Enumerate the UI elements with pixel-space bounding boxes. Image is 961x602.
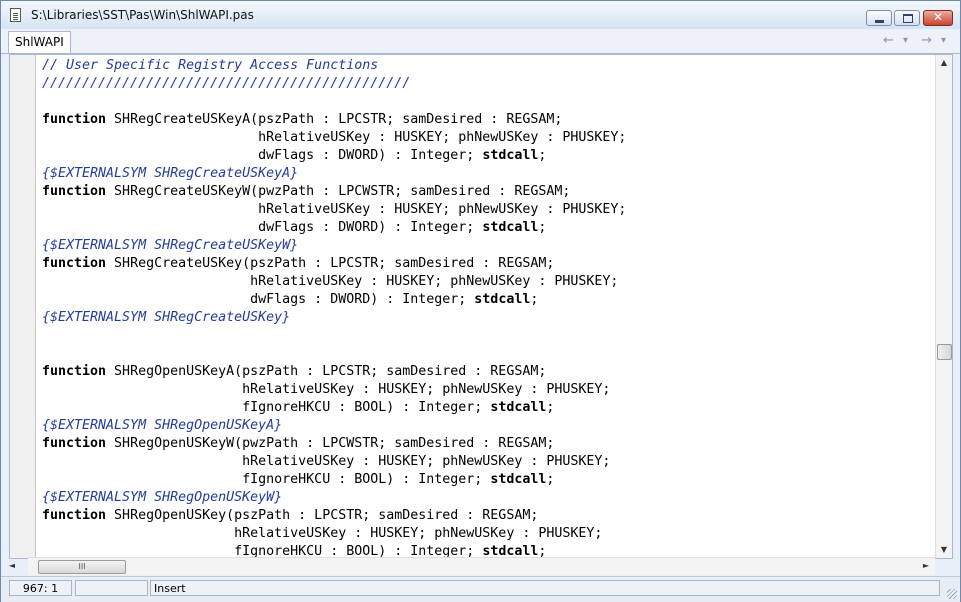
code-editor[interactable]: // User Specific Registry Access Functio… [9,54,953,559]
code-span: ; [546,400,555,415]
tab-shlwapi[interactable]: ShlWAPI [8,31,71,53]
code-span: fIgnoreHKCU : BOOL) : Integer; [42,400,491,415]
resize-grip-icon[interactable] [947,589,957,599]
editor-window: S:\Libraries\SST\Pas\Win\ShlWAPI.pas ✕ S… [0,0,961,602]
code-line[interactable]: fIgnoreHKCU : BOOL) : Integer; stdcall; [42,399,626,417]
window-title: S:\Libraries\SST\Pas\Win\ShlWAPI.pas [31,8,254,22]
code-keyword: stdcall [490,472,547,487]
code-line[interactable]: dwFlags : DWORD) : Integer; stdcall; [42,219,626,237]
code-line[interactable]: fIgnoreHKCU : BOOL) : Integer; stdcall; [42,471,626,489]
code-line[interactable]: {$EXTERNALSYM SHRegOpenUSKeyW} [42,489,626,507]
title-bar[interactable]: S:\Libraries\SST\Pas\Win\ShlWAPI.pas ✕ [1,1,960,29]
code-span: dwFlags : DWORD) : Integer; [42,148,483,163]
code-line[interactable]: ​ [42,93,626,111]
code-span: SHRegOpenUSKeyW(pwzPath : LPCWSTR; samDe… [106,436,555,451]
code-line[interactable]: hRelativeUSKey : HUSKEY; phNewUSKey : PH… [42,273,626,291]
code-line[interactable]: {$EXTERNALSYM SHRegCreateUSKeyW} [42,237,626,255]
maximize-button[interactable] [894,10,920,26]
code-line[interactable]: hRelativeUSKey : HUSKEY; phNewUSKey : PH… [42,201,626,219]
code-span: SHRegOpenUSKeyA(pszPath : LPCSTR; samDes… [106,364,547,379]
back-arrow-icon[interactable]: ← [883,33,894,48]
code-comment: {$EXTERNALSYM SHRegCreateUSKeyA} [42,166,299,181]
code-line[interactable]: function SHRegCreateUSKeyW(pwzPath : LPC… [42,183,626,201]
code-span: ; [530,292,539,307]
code-keyword: function [42,364,107,379]
code-comment: {$EXTERNALSYM SHRegCreateUSKey} [42,310,291,325]
code-span: SHRegCreateUSKey(pszPath : LPCSTR; samDe… [106,256,555,271]
scroll-up-icon[interactable]: ▲ [936,58,952,67]
code-line[interactable]: function SHRegCreateUSKey(pszPath : LPCS… [42,255,626,273]
code-span: fIgnoreHKCU : BOOL) : Integer; [42,472,491,487]
code-line[interactable]: dwFlags : DWORD) : Integer; stdcall; [42,147,626,165]
document-icon [10,8,21,22]
code-text[interactable]: // User Specific Registry Access Functio… [42,57,626,558]
scroll-left-icon[interactable]: ◄ [4,561,20,570]
code-keyword: function [42,436,107,451]
code-line[interactable]: hRelativeUSKey : HUSKEY; phNewUSKey : PH… [42,453,626,471]
code-comment: {$EXTERNALSYM SHRegCreateUSKeyW} [42,238,299,253]
code-line[interactable]: function SHRegOpenUSKeyW(pwzPath : LPCWS… [42,435,626,453]
insert-mode-indicator: Insert [150,580,940,596]
code-line[interactable]: function SHRegOpenUSKey(pszPath : LPCSTR… [42,507,626,525]
cursor-position: 967: 1 [9,580,72,596]
status-panel-modified [75,580,148,596]
code-keyword: function [42,184,107,199]
tab-bar: ShlWAPI ← ▾ → ▾ [1,29,960,54]
code-span: hRelativeUSKey : HUSKEY; phNewUSKey : PH… [42,202,627,217]
code-comment: // User Specific Registry Access Functio… [42,58,379,73]
code-comment: {$EXTERNALSYM SHRegOpenUSKeyA} [42,418,283,433]
code-keyword: function [42,256,107,271]
code-line[interactable]: {$EXTERNALSYM SHRegCreateUSKey} [42,309,626,327]
code-span: hRelativeUSKey : HUSKEY; phNewUSKey : PH… [42,274,619,289]
code-span: dwFlags : DWORD) : Integer; [42,220,483,235]
forward-dropdown-icon[interactable]: ▾ [941,35,946,46]
code-span: ; [546,472,555,487]
status-bar: 967: 1 Insert [1,576,960,602]
code-comment: {$EXTERNALSYM SHRegOpenUSKeyW} [42,490,283,505]
code-line[interactable]: {$EXTERNALSYM SHRegCreateUSKeyA} [42,165,626,183]
code-span: ; [538,148,547,163]
editor-gutter[interactable] [10,55,36,558]
code-span: hRelativeUSKey : HUSKEY; phNewUSKey : PH… [42,130,627,145]
vertical-scroll-thumb[interactable] [937,344,952,360]
code-span: SHRegOpenUSKey(pszPath : LPCSTR; samDesi… [106,508,539,523]
code-keyword: function [42,508,107,523]
code-line[interactable]: function SHRegOpenUSKeyA(pszPath : LPCST… [42,363,626,381]
horizontal-scroll-thumb[interactable]: III [38,560,126,574]
code-line[interactable]: hRelativeUSKey : HUSKEY; phNewUSKey : PH… [42,525,626,543]
minimize-button[interactable] [866,10,892,26]
code-span: ; [538,220,547,235]
code-comment: ////////////////////////////////////////… [42,76,411,91]
code-span: hRelativeUSKey : HUSKEY; phNewUSKey : PH… [42,454,611,469]
code-keyword: stdcall [490,400,547,415]
code-line[interactable]: // User Specific Registry Access Functio… [42,57,626,75]
code-span: hRelativeUSKey : HUSKEY; phNewUSKey : PH… [42,526,603,541]
code-line[interactable]: ////////////////////////////////////////… [42,75,626,93]
code-span: SHRegCreateUSKeyA(pszPath : LPCSTR; samD… [106,112,563,127]
close-button[interactable]: ✕ [923,10,953,26]
code-span: hRelativeUSKey : HUSKEY; phNewUSKey : PH… [42,382,611,397]
horizontal-scrollbar[interactable]: ◄ III ► [9,557,935,575]
code-keyword: stdcall [474,292,531,307]
code-line[interactable]: ​ [42,345,626,363]
code-line[interactable]: dwFlags : DWORD) : Integer; stdcall; [42,291,626,309]
scroll-down-icon[interactable]: ▼ [936,545,952,554]
code-keyword: stdcall [482,148,539,163]
code-line[interactable]: {$EXTERNALSYM SHRegOpenUSKeyA} [42,417,626,435]
close-icon: ✕ [932,10,944,24]
vertical-scrollbar[interactable]: ▲ ▼ [935,55,952,558]
code-keyword: stdcall [482,220,539,235]
forward-arrow-icon[interactable]: → [921,33,932,48]
code-span: SHRegCreateUSKeyW(pwzPath : LPCWSTR; sam… [106,184,571,199]
code-span: dwFlags : DWORD) : Integer; [42,292,475,307]
back-dropdown-icon[interactable]: ▾ [903,35,908,46]
code-line[interactable]: ​ [42,327,626,345]
code-keyword: function [42,112,107,127]
code-line[interactable]: hRelativeUSKey : HUSKEY; phNewUSKey : PH… [42,129,626,147]
scroll-right-icon[interactable]: ► [918,561,934,570]
code-line[interactable]: hRelativeUSKey : HUSKEY; phNewUSKey : PH… [42,381,626,399]
code-line[interactable]: function SHRegCreateUSKeyA(pszPath : LPC… [42,111,626,129]
